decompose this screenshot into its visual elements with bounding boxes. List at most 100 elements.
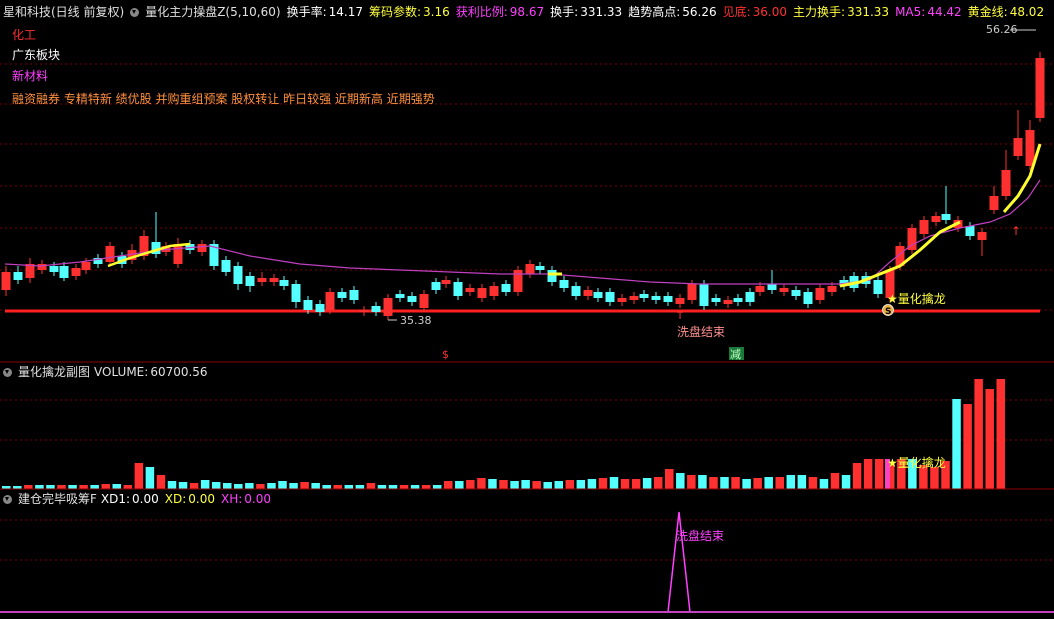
indicator-value-item: MA5:: [895, 5, 926, 19]
volume-bar: [731, 477, 740, 489]
candle-body: [441, 280, 451, 284]
volume-bar: [653, 477, 663, 489]
indicator-name[interactable]: 量化主力操盘Z(5,10,60): [145, 5, 280, 19]
wash-end-label: 洗盘结束: [677, 324, 725, 339]
candle-body: [453, 282, 463, 296]
candle-body: [535, 266, 545, 270]
candle-body: [559, 280, 569, 288]
indicator-values: 换手率: 14.17 筹码参数: 3.16 获利比例: 98.67 换手: 331.33 趋势高…: [287, 5, 1051, 19]
indicator-value-number: 14.17: [328, 5, 363, 19]
candle-body: [617, 298, 627, 302]
volume-bar: [344, 485, 354, 489]
volume-bar: [521, 480, 530, 489]
candle-body: [59, 266, 69, 278]
volume-bar: [819, 479, 829, 489]
volume-bar: [388, 485, 398, 489]
volume-bar: [620, 479, 630, 489]
indicator-value-number: 98.67: [509, 5, 545, 19]
volume-bar: [366, 483, 376, 489]
region-tag: 广东板块: [12, 48, 61, 62]
candle-body: [583, 290, 593, 296]
candle-body: [1001, 170, 1011, 196]
volume-bar: [687, 475, 696, 489]
volume-bar: [554, 481, 563, 489]
volume-bar: [333, 485, 342, 489]
volume-bar: [985, 389, 994, 489]
signal-panel-title[interactable]: 建仓完毕吸筹F: [18, 492, 97, 506]
volume-bar: [532, 481, 541, 489]
candle-body: [395, 294, 405, 298]
volume-bar: [432, 485, 442, 489]
candle-body: [245, 276, 255, 286]
volume-bar: [444, 481, 453, 489]
candle-body: [663, 296, 673, 302]
buy-arrow-icon: ↑: [1011, 224, 1021, 238]
candle-body: [1025, 130, 1035, 166]
candle-body: [13, 272, 23, 280]
volume-bar: [963, 404, 972, 489]
candle-body: [349, 290, 359, 300]
volume-bar: [952, 399, 961, 489]
volume-menu-icon[interactable]: [3, 368, 12, 377]
volume-bar: [874, 459, 884, 489]
volume-panel-title[interactable]: 量化擒龙副图: [18, 365, 90, 379]
volume-bar: [863, 459, 873, 489]
volume-bar: [676, 473, 685, 489]
candle-body: [815, 288, 825, 300]
concept-tag: 新材料: [12, 69, 49, 83]
volume-bar: [499, 480, 508, 489]
volume-bar: [852, 463, 862, 489]
volume-bar: [576, 480, 586, 489]
volume-bar: [278, 481, 287, 489]
candle-body: [1013, 138, 1023, 156]
indicator-value-number: 36.00: [752, 5, 788, 19]
candle-body: [407, 296, 417, 302]
candle-body: [965, 226, 975, 236]
candle-body: [337, 292, 347, 298]
candle-body: [639, 294, 649, 298]
candle-body: [571, 286, 581, 296]
indicator-value-item: 见底:: [722, 5, 751, 19]
volume-bar: [665, 469, 674, 489]
volume-bar: [841, 475, 851, 489]
volume-bar: [145, 467, 155, 489]
indicator-value-item: 换手率:: [286, 5, 327, 19]
volume-bar: [642, 478, 652, 489]
candle-body: [919, 220, 929, 234]
candle-body: [279, 280, 289, 286]
candle-body: [629, 296, 639, 300]
candle-body: [419, 294, 429, 308]
signal-wash-label: 洗盘结束: [676, 528, 724, 543]
candle-body: [931, 216, 941, 222]
stock-title[interactable]: 星和科技(日线 前复权): [3, 5, 124, 19]
volume-bar: [167, 481, 177, 489]
volume-bar: [631, 479, 641, 489]
candle-body: [81, 262, 91, 270]
candle-body: [827, 286, 837, 292]
candle-body: [257, 278, 267, 282]
volume-bar: [698, 475, 707, 489]
volume-bar: [510, 481, 519, 489]
indicator-value-number: 331.33: [847, 5, 890, 19]
indicator-value-item: 筹码参数:: [368, 5, 422, 19]
indicator-value-number: 0.00: [188, 492, 215, 506]
indicator-value-number: 44.42: [927, 5, 962, 19]
volume-bar: [466, 480, 475, 489]
volume-bar: [775, 477, 784, 489]
indicator-menu-icon[interactable]: [130, 8, 140, 17]
indicator-value-number: 3.16: [423, 5, 450, 19]
volume-bar: [455, 481, 464, 489]
indicator-value-item: 趋势高点:: [628, 5, 681, 19]
indicator-value-item: XH:: [221, 492, 243, 506]
feature-tags: 融资融券 专精特新 绩优股 并购重组预案 股权转让 昨日较强 近期新高 近期强势: [12, 92, 435, 106]
candle-body: [723, 300, 733, 304]
candle-body: [755, 286, 765, 292]
candle-body: [489, 286, 499, 296]
signal-menu-icon[interactable]: [3, 495, 12, 504]
low-price-label: 35.38: [400, 314, 432, 327]
volume-bar: [720, 477, 729, 489]
candle-body: [501, 284, 511, 292]
volume-bar: [709, 477, 718, 489]
indicator-value-number: 56.26: [682, 5, 717, 19]
candle-body: [303, 300, 313, 310]
